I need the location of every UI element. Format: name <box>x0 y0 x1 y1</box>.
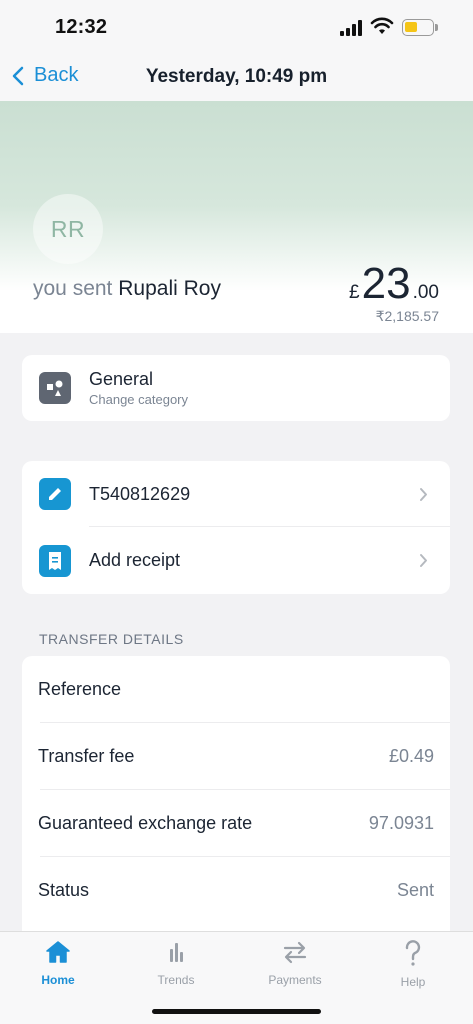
page-title: Yesterday, 10:49 pm <box>145 66 328 87</box>
currency-symbol: £ <box>349 282 360 303</box>
edit-reference-row[interactable]: T540812629 <box>22 461 450 527</box>
recipient-name: Rupali Roy <box>118 277 221 300</box>
detail-row-reference: Reference <box>22 656 450 723</box>
tab-label: Trends <box>157 973 195 987</box>
chevron-right-icon <box>420 487 427 501</box>
section-title: TRANSFER DETAILS <box>39 631 184 647</box>
category-icon <box>39 372 71 404</box>
battery-icon <box>402 19 434 36</box>
transaction-amount: £ 23 .00 <box>349 259 439 309</box>
actions-card: T540812629 Add receipt <box>22 461 450 594</box>
add-receipt-label: Add receipt <box>89 550 181 570</box>
detail-label: Guaranteed exchange rate <box>38 813 253 833</box>
pencil-icon <box>39 478 71 510</box>
reference-number: T540812629 <box>89 483 191 504</box>
sent-prefix: you sent <box>33 277 113 300</box>
transaction-header: RR you sent Rupali Roy £ 23 .00 ₹2,185.5… <box>0 101 473 333</box>
detail-value: Sent <box>396 880 434 900</box>
tab-help[interactable]: Help <box>368 940 458 989</box>
detail-value: 97.0931 <box>368 813 434 833</box>
tab-label: Home <box>41 973 75 987</box>
cellular-signal-icon <box>340 20 364 36</box>
detail-row-transfer-fee: Transfer fee £0.49 <box>22 723 450 790</box>
bar-chart-icon <box>170 943 183 962</box>
detail-value: £0.49 <box>388 746 434 766</box>
navigation-bar: Back Yesterday, 10:49 pm <box>0 56 473 101</box>
category-card[interactable]: General Change category <box>22 355 450 421</box>
tab-payments[interactable]: Payments <box>250 940 340 987</box>
avatar[interactable]: RR <box>33 194 103 264</box>
tab-label: Payments <box>268 973 322 987</box>
category-title: General <box>89 369 154 389</box>
transfer-details-card: Reference Transfer fee £0.49 Guaranteed … <box>22 656 450 946</box>
detail-label: Transfer fee <box>38 746 135 766</box>
amount-decimal: .00 <box>412 282 439 303</box>
battery-cap <box>435 24 438 31</box>
transfer-arrows-icon <box>283 941 307 964</box>
status-time: 12:32 <box>55 16 108 38</box>
sent-description: you sent Rupali Roy <box>33 277 221 301</box>
tab-home[interactable]: Home <box>13 940 103 987</box>
wifi-icon <box>370 17 394 34</box>
status-bar: 12:32 <box>0 0 473 56</box>
detail-row-status: Status Sent <box>22 857 450 924</box>
home-indicator[interactable] <box>152 1009 321 1014</box>
chevron-right-icon <box>420 554 427 567</box>
detail-label: Status <box>38 880 90 900</box>
tab-trends[interactable]: Trends <box>131 940 221 987</box>
detail-row-exchange-rate: Guaranteed exchange rate 97.0931 <box>22 790 450 857</box>
receipt-icon <box>39 544 71 577</box>
home-icon <box>46 941 70 963</box>
change-category-link[interactable]: Change category <box>89 392 188 407</box>
add-receipt-row[interactable]: Add receipt <box>22 527 450 594</box>
question-icon <box>405 940 421 966</box>
tab-label: Help <box>400 975 426 989</box>
amount-main: 23 <box>361 259 411 308</box>
detail-label: Reference <box>38 679 122 699</box>
local-currency-amount: ₹2,185.57 <box>375 308 439 324</box>
